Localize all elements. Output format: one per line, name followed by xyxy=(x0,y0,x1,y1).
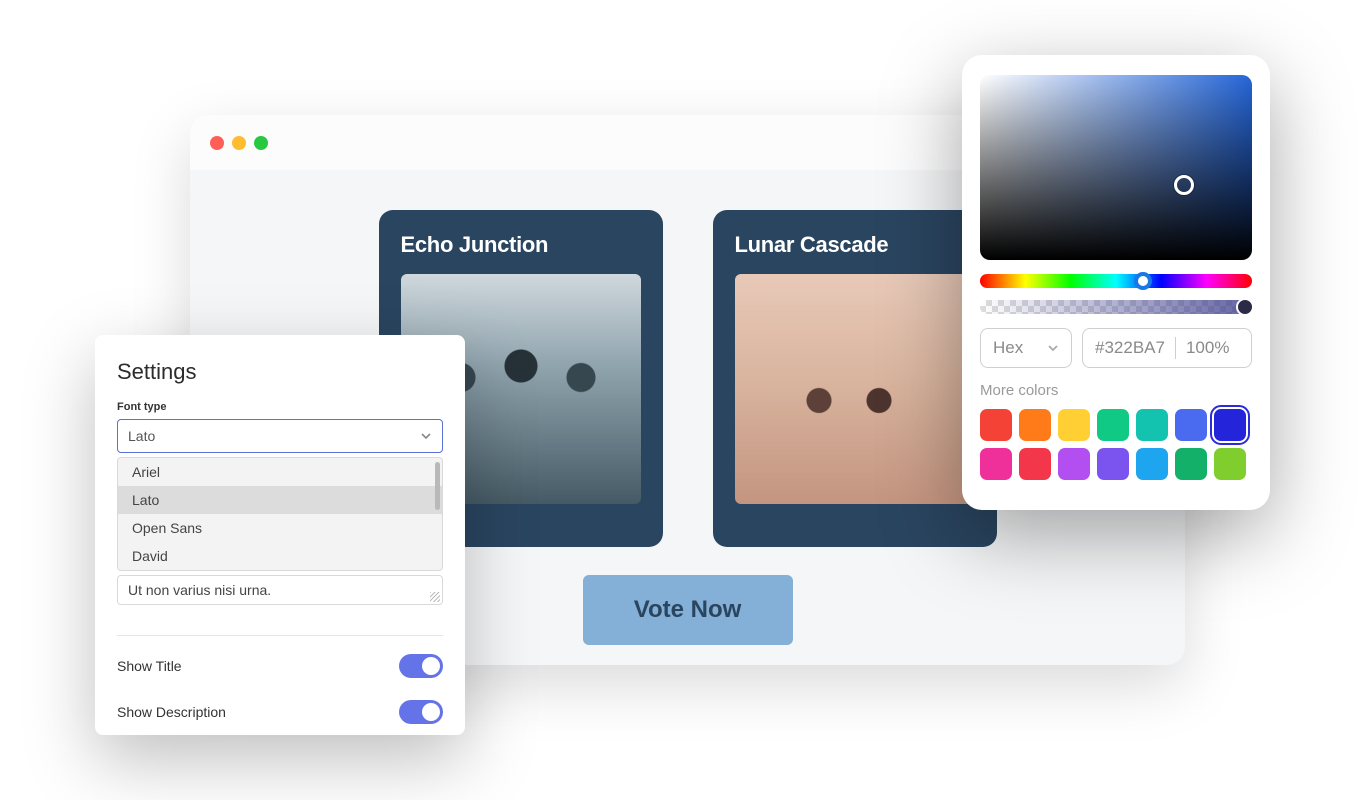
vote-card-image xyxy=(735,274,975,504)
chevron-down-icon xyxy=(1047,342,1059,354)
vote-card-title: Lunar Cascade xyxy=(735,232,975,258)
chevron-down-icon xyxy=(420,430,432,442)
alpha-slider-thumb[interactable] xyxy=(1236,298,1254,316)
font-option[interactable]: Lato xyxy=(118,486,442,514)
hue-slider[interactable] xyxy=(980,274,1252,288)
color-hex-input[interactable]: #322BA7 100% xyxy=(1082,328,1252,368)
color-swatch[interactable] xyxy=(1058,409,1090,441)
color-saturation-field[interactable] xyxy=(980,75,1252,260)
color-picker-panel: Hex #322BA7 100% More colors xyxy=(962,55,1270,510)
font-option[interactable]: David xyxy=(118,542,442,570)
color-swatch[interactable] xyxy=(1058,448,1090,480)
color-swatch[interactable] xyxy=(980,409,1012,441)
color-swatch[interactable] xyxy=(1136,409,1168,441)
font-type-label: Font type xyxy=(117,401,443,413)
color-field-cursor[interactable] xyxy=(1174,175,1194,195)
toggle-row: Show Description xyxy=(117,700,443,724)
settings-title: Settings xyxy=(117,359,443,385)
vote-card-title: Echo Junction xyxy=(401,232,641,258)
color-swatch[interactable] xyxy=(1214,409,1246,441)
show-title-toggle[interactable] xyxy=(399,654,443,678)
font-type-dropdown: Ariel Lato Open Sans David xyxy=(117,457,443,571)
vote-now-button[interactable]: Vote Now xyxy=(583,575,793,645)
toggle-row: Show Title xyxy=(117,654,443,678)
color-inputs-row: Hex #322BA7 100% xyxy=(980,328,1252,368)
window-close-icon[interactable] xyxy=(210,136,224,150)
vote-cards-row: Echo Junction Lunar Cascade xyxy=(379,210,997,547)
color-swatch[interactable] xyxy=(1175,409,1207,441)
hue-slider-thumb[interactable] xyxy=(1134,272,1152,290)
font-type-select[interactable]: Lato xyxy=(117,419,443,453)
alpha-slider[interactable] xyxy=(980,300,1252,314)
color-format-select[interactable]: Hex xyxy=(980,328,1072,368)
color-swatch[interactable] xyxy=(1214,448,1246,480)
divider xyxy=(1175,337,1176,359)
color-swatch[interactable] xyxy=(1175,448,1207,480)
show-description-toggle[interactable] xyxy=(399,700,443,724)
show-title-label: Show Title xyxy=(117,658,182,674)
font-option[interactable]: Ariel xyxy=(118,458,442,486)
description-textarea[interactable]: Ut non varius nisi urna. xyxy=(117,575,443,605)
more-colors-label: More colors xyxy=(980,382,1252,399)
divider xyxy=(117,635,443,636)
color-swatch[interactable] xyxy=(980,448,1012,480)
description-value: Ut non varius nisi urna. xyxy=(128,582,271,598)
settings-panel: Settings Font type Lato Ariel Lato Open … xyxy=(95,335,465,735)
color-opacity-value: 100% xyxy=(1186,338,1229,358)
resize-grip-icon[interactable] xyxy=(430,592,440,602)
color-format-value: Hex xyxy=(993,338,1023,358)
color-hex-value: #322BA7 xyxy=(1095,338,1165,358)
vote-card: Lunar Cascade xyxy=(713,210,997,547)
color-swatch[interactable] xyxy=(1097,409,1129,441)
scrollbar[interactable] xyxy=(435,462,440,510)
font-option[interactable]: Open Sans xyxy=(118,514,442,542)
color-swatch[interactable] xyxy=(1019,409,1051,441)
color-swatch[interactable] xyxy=(1097,448,1129,480)
window-minimize-icon[interactable] xyxy=(232,136,246,150)
color-swatch[interactable] xyxy=(1019,448,1051,480)
font-type-selected-value: Lato xyxy=(128,428,155,444)
swatch-grid xyxy=(980,409,1252,480)
show-description-label: Show Description xyxy=(117,704,226,720)
window-maximize-icon[interactable] xyxy=(254,136,268,150)
color-swatch[interactable] xyxy=(1136,448,1168,480)
